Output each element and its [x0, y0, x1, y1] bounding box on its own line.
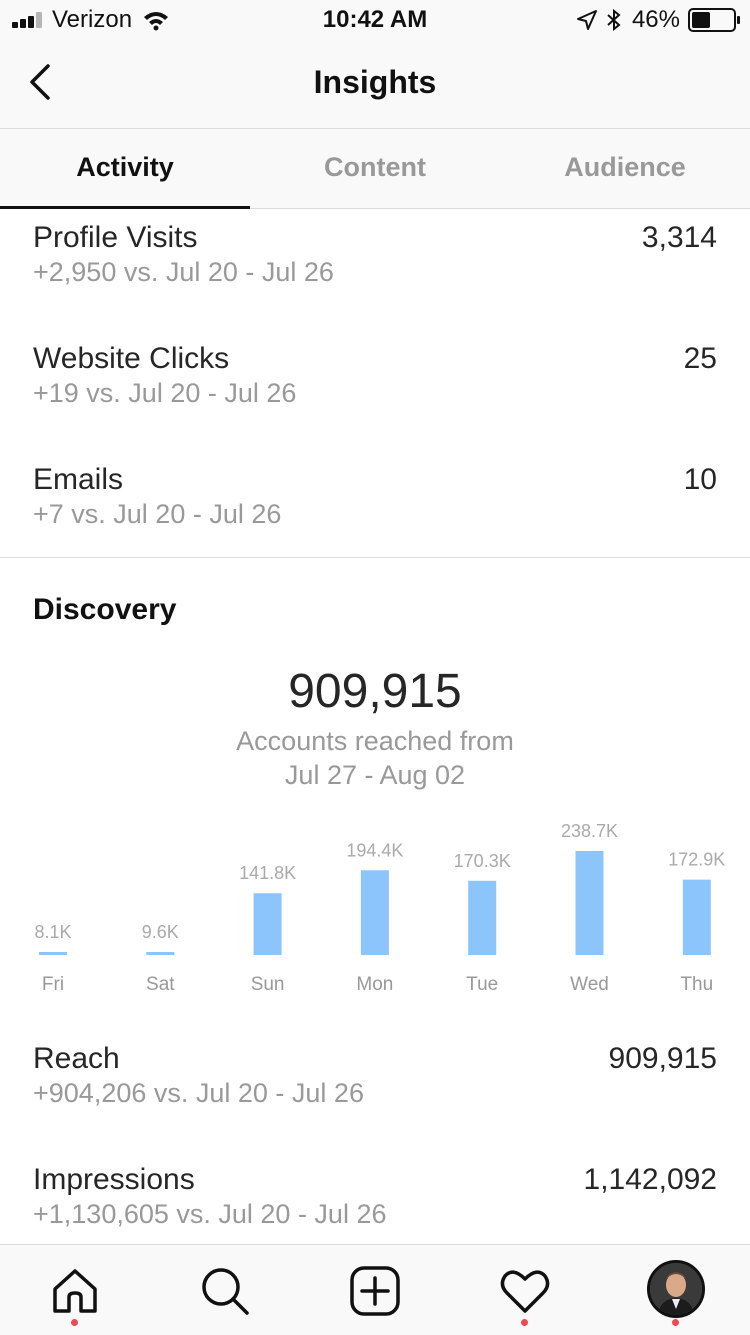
chart-data-label: 141.8K — [239, 863, 296, 883]
reach-bar-chart: 8.1K Fri 9.6K Sat 141.8K Sun 194.4K Mon 170.3K Tu… — [34, 821, 725, 995]
metric-label: Impressions — [33, 1163, 195, 1196]
metric-value: 10 — [683, 463, 717, 496]
page-title: Insights — [313, 64, 437, 100]
metric-row-reach: Reach +904,206 vs. Jul 20 - Jul 26 909,9… — [33, 1042, 717, 1132]
metric-value: 909,915 — [608, 1042, 717, 1075]
metric-comparison: +7 vs. Jul 20 - Jul 26 — [33, 499, 282, 529]
chart-x-tick-label: Thu — [680, 974, 713, 995]
tab-audience[interactable]: Audience — [500, 129, 750, 208]
metric-comparison: +904,206 vs. Jul 20 - Jul 26 — [33, 1078, 364, 1108]
bluetooth-icon — [607, 8, 621, 32]
metric-label: Website Clicks — [33, 342, 230, 375]
chart-bar-sat — [146, 952, 175, 955]
metric-row-emails: Emails +7 vs. Jul 20 - Jul 26 10 — [33, 463, 717, 553]
chart-bar-tue — [468, 880, 497, 955]
chart-x-tick-label: Sat — [146, 974, 175, 995]
accounts-reached-total: 909,915 — [288, 665, 462, 718]
chart-data-label: 238.7K — [561, 821, 618, 841]
tab-content[interactable]: Content — [250, 129, 500, 208]
metric-row-impressions: Impressions +1,130,605 vs. Jul 20 - Jul … — [33, 1163, 717, 1253]
home-notification-dot — [71, 1319, 78, 1326]
caption-line: Accounts reached from — [236, 726, 514, 756]
metric-row-website-clicks: Website Clicks +19 vs. Jul 20 - Jul 26 2… — [33, 342, 717, 432]
section-divider — [0, 557, 750, 558]
navigation-bar: Insights — [0, 40, 750, 129]
chart-bar-wed — [575, 851, 604, 955]
status-bar: Verizon 10:42 AM 46% — [0, 0, 750, 40]
search-icon[interactable] — [197, 1263, 253, 1319]
battery-icon — [688, 8, 740, 32]
profile-avatar[interactable] — [647, 1260, 705, 1318]
metric-value: 3,314 — [641, 221, 717, 254]
chart-x-tick-label: Mon — [356, 974, 393, 995]
profile-photo — [650, 1263, 702, 1315]
metric-comparison: +19 vs. Jul 20 - Jul 26 — [33, 378, 297, 408]
metric-label: Emails — [33, 463, 124, 496]
status-right: 46% — [576, 6, 740, 34]
chart-data-label: 8.1K — [34, 922, 71, 942]
home-icon[interactable] — [47, 1263, 103, 1319]
tab-bar: Activity Content Audience — [0, 129, 750, 209]
chart-x-tick-label: Fri — [42, 974, 64, 995]
chart-data-label: 9.6K — [142, 922, 179, 942]
metric-value: 1,142,092 — [583, 1163, 717, 1196]
chart-x-tick-label: Tue — [466, 974, 498, 995]
tab-activity[interactable]: Activity — [0, 129, 250, 209]
chart-data-label: 170.3K — [454, 851, 511, 871]
heart-icon[interactable] — [497, 1263, 553, 1319]
metric-row-profile-visits: Profile Visits +2,950 vs. Jul 20 - Jul 2… — [33, 221, 717, 311]
profile-notification-dot — [672, 1319, 679, 1326]
add-post-icon[interactable] — [347, 1263, 403, 1319]
chart-data-label: 172.9K — [668, 850, 725, 870]
section-title-discovery: Discovery — [33, 593, 177, 626]
chart-data-label: 194.4K — [346, 840, 403, 860]
chart-x-tick-label: Sun — [251, 974, 285, 995]
location-arrow-icon — [576, 10, 597, 30]
metric-comparison: +2,950 vs. Jul 20 - Jul 26 — [33, 257, 334, 287]
chart-bar-thu — [682, 879, 711, 955]
chart-bar-sun — [253, 893, 282, 955]
chart-bar-mon — [360, 870, 389, 955]
metric-comparison: +1,130,605 vs. Jul 20 - Jul 26 — [33, 1199, 387, 1229]
caption-date-range: Jul 27 - Aug 02 — [284, 760, 466, 790]
metric-label: Reach — [33, 1042, 120, 1075]
activity-notification-dot — [521, 1319, 528, 1326]
metric-label: Profile Visits — [33, 221, 198, 254]
chart-x-tick-label: Wed — [570, 974, 609, 995]
battery-percent: 46% — [631, 6, 680, 33]
chart-bar-fri — [39, 952, 67, 955]
bottom-tab-bar — [0, 1244, 750, 1335]
accounts-reached-caption: Accounts reached from Jul 27 - Aug 02 — [150, 724, 600, 792]
metric-value: 25 — [683, 342, 717, 375]
